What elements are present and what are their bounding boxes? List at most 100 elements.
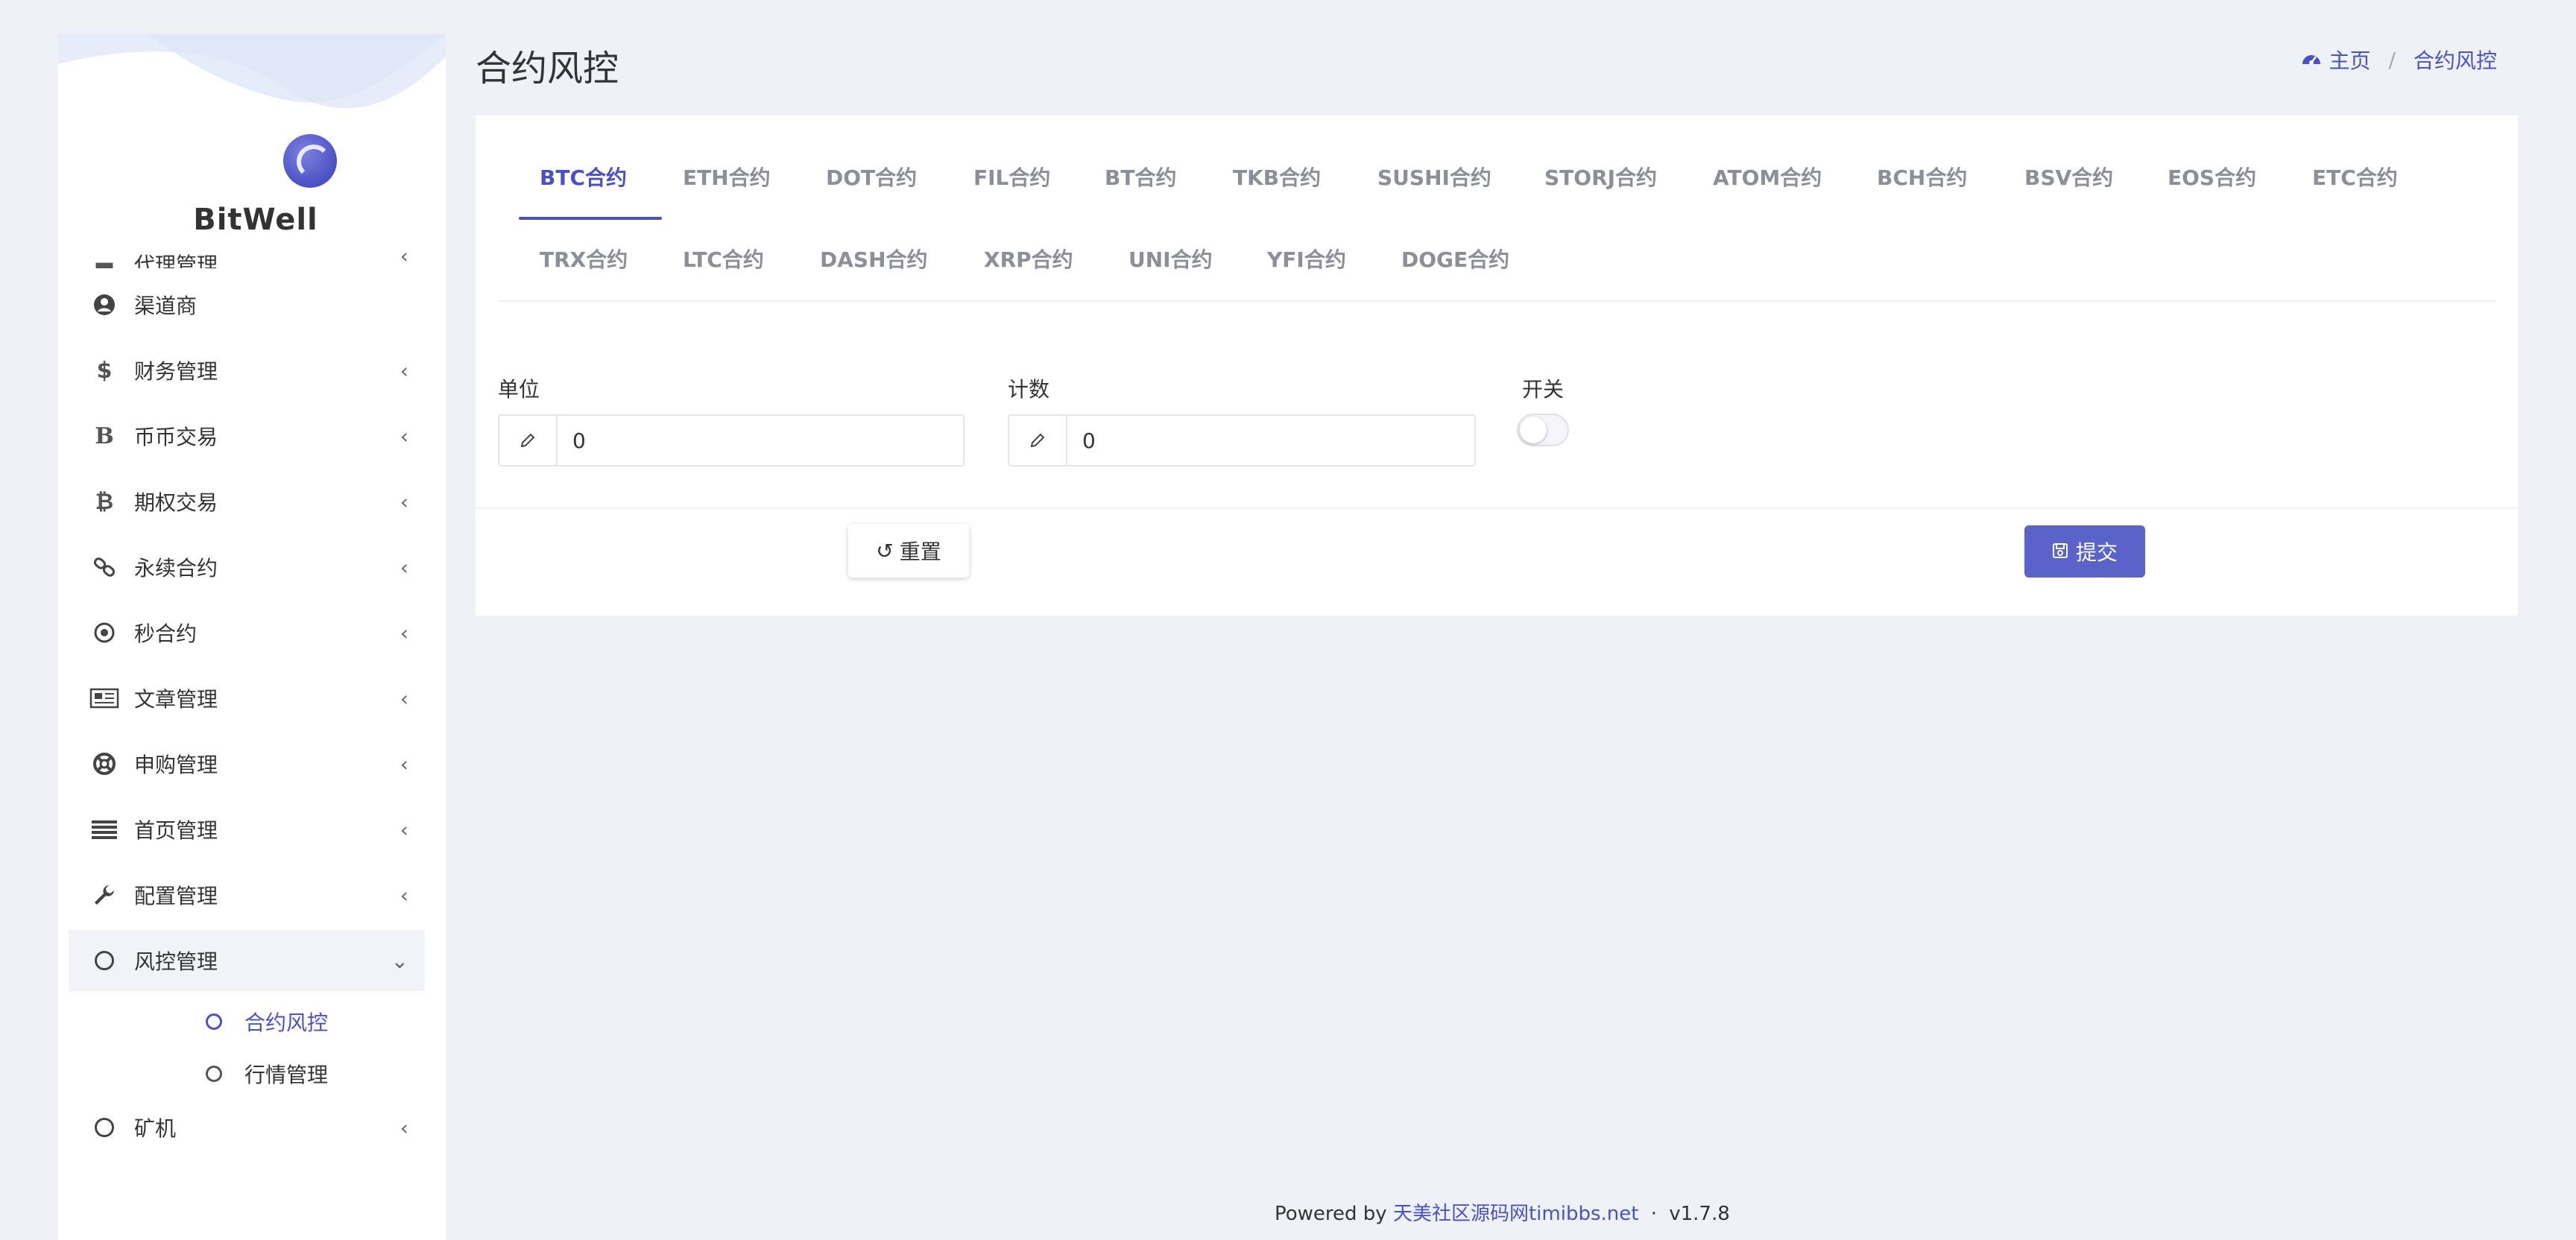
chevron-left-icon: ‹	[400, 751, 408, 776]
tab-dot[interactable]: DOT合约	[826, 162, 917, 192]
tab-bt[interactable]: BT合约	[1105, 162, 1176, 192]
chevron-left-icon: ‹	[400, 620, 408, 645]
save-icon	[2052, 540, 2068, 564]
tab-bsv[interactable]: BSV合约	[2024, 162, 2113, 192]
sidebar-item-label: 风控管理	[134, 949, 218, 974]
sidebar-item-risk-control[interactable]: 风控管理 ⌄	[69, 930, 425, 991]
switch-label: 开关	[1522, 377, 1565, 402]
sidebar: BitWell ▬ 代理管理 ‹ 渠道商 $ 财务管理 ‹ B 币币交易 ‹ ₿…	[58, 34, 446, 1240]
link-icon	[88, 555, 121, 579]
pencil-icon	[499, 416, 558, 465]
sidebar-subitem-label: 行情管理	[244, 1063, 329, 1087]
reset-button-label: 重置	[899, 540, 941, 564]
newspaper-icon	[88, 687, 121, 709]
tab-atom[interactable]: ATOM合约	[1713, 162, 1822, 192]
sidebar-item-label: 永续合约	[134, 556, 218, 581]
tab-eos[interactable]: EOS合约	[2168, 162, 2256, 192]
sidebar-item-articles[interactable]: 文章管理 ‹	[69, 668, 425, 729]
tabs-divider	[498, 300, 2496, 302]
chevron-left-icon: ‹	[400, 686, 408, 711]
tab-etc[interactable]: ETC合约	[2312, 162, 2398, 192]
sidebar-item-miner[interactable]: 矿机 ‹	[69, 1097, 425, 1158]
unit-label: 单位	[498, 377, 540, 402]
brand-name: BitWell	[193, 203, 318, 237]
tab-fil[interactable]: FIL合约	[973, 162, 1050, 192]
chevron-left-icon: ‹	[400, 882, 408, 908]
tab-bch[interactable]: BCH合约	[1877, 162, 1967, 192]
footer-version: v1.7.8	[1669, 1203, 1730, 1225]
sidebar-subitem-label: 合约风控	[244, 1010, 329, 1035]
active-tab-indicator	[519, 217, 662, 220]
breadcrumb-separator: /	[2388, 47, 2396, 72]
sidebar-item-agent[interactable]: ▬ 代理管理 ‹	[69, 238, 425, 268]
tab-yfi[interactable]: YFI合约	[1267, 244, 1346, 273]
chevron-left-icon: ‹	[400, 489, 408, 514]
sidebar-item-config[interactable]: 配置管理 ‹	[69, 864, 425, 926]
sidebar-item-label: 币币交易	[134, 425, 218, 449]
tab-uni[interactable]: UNI合约	[1128, 244, 1213, 273]
submit-button[interactable]: 提交	[2024, 525, 2145, 578]
circle-icon	[88, 951, 121, 970]
tab-btc[interactable]: BTC合约	[540, 162, 627, 192]
sidebar-item-label: 申购管理	[134, 753, 218, 777]
switch-knob	[1520, 417, 1547, 443]
sidebar-item-spot-trading[interactable]: B 币币交易 ‹	[69, 405, 425, 466]
tab-tkb[interactable]: TKB合约	[1233, 162, 1321, 192]
reset-button[interactable]: ↺ 重置	[848, 524, 969, 578]
count-label: 计数	[1008, 377, 1050, 402]
circle-icon	[206, 1066, 222, 1082]
sidebar-item-label: 财务管理	[134, 359, 218, 384]
count-input[interactable]: 0	[1067, 416, 1474, 465]
dashboard-icon	[2301, 48, 2322, 72]
sidebar-item-homepage[interactable]: 首页管理 ‹	[69, 799, 425, 860]
chevron-left-icon: ‹	[400, 1115, 408, 1140]
sidebar-item-channel[interactable]: 渠道商	[69, 274, 425, 335]
sidebar-header-decoration	[58, 34, 446, 109]
form-divider	[476, 507, 2518, 509]
b-icon: B	[95, 423, 114, 449]
sidebar-item-perpetual[interactable]: 永续合约 ‹	[69, 537, 425, 598]
footer-link[interactable]: 天美社区源码网timibbs.net	[1393, 1203, 1638, 1225]
enable-switch[interactable]	[1517, 414, 1569, 446]
tab-doge[interactable]: DOGE合约	[1401, 244, 1509, 273]
sidebar-item-finance[interactable]: $ 财务管理 ‹	[69, 340, 425, 401]
unit-input[interactable]: 0	[558, 416, 963, 465]
breadcrumb-home-link[interactable]: 主页	[2329, 45, 2371, 75]
sidebar-subitem-market[interactable]: 行情管理	[69, 1048, 425, 1100]
breadcrumb-current: 合约风控	[2413, 48, 2497, 73]
unit-field[interactable]: 0	[498, 414, 965, 466]
undo-icon: ↺	[876, 538, 894, 563]
count-field[interactable]: 0	[1008, 414, 1476, 466]
brand-logo	[283, 134, 337, 188]
tab-dash[interactable]: DASH合约	[820, 244, 928, 273]
sidebar-item-label: 首页管理	[134, 818, 218, 843]
sidebar-item-subscription[interactable]: 申购管理 ‹	[69, 733, 425, 794]
tab-sushi[interactable]: SUSHI合约	[1377, 162, 1491, 192]
sidebar-item-label: 秒合约	[134, 621, 198, 646]
wrench-icon	[88, 883, 121, 907]
sidebar-item-options[interactable]: ₿ 期权交易 ‹	[69, 471, 425, 532]
sidebar-item-second-contract[interactable]: 秒合约 ‹	[69, 602, 425, 663]
chevron-left-icon: ‹	[400, 244, 408, 268]
chevron-left-icon: ‹	[400, 423, 408, 449]
tab-storj[interactable]: STORJ合约	[1544, 162, 1657, 192]
tab-trx[interactable]: TRX合约	[540, 244, 628, 273]
footer-powered-text: Powered by	[1275, 1203, 1387, 1225]
footer-separator: ·	[1650, 1203, 1657, 1225]
page-title: 合约风控	[476, 48, 619, 89]
submit-button-label: 提交	[2075, 540, 2118, 565]
chevron-left-icon: ‹	[400, 817, 408, 842]
tab-ltc[interactable]: LTC合约	[683, 244, 764, 273]
footer: Powered by 天美社区源码网timibbs.net · v1.7.8	[1275, 1198, 1730, 1226]
pencil-icon	[1009, 416, 1067, 465]
tab-xrp[interactable]: XRP合约	[984, 244, 1073, 273]
sidebar-subitem-contract-risk[interactable]: 合约风控	[69, 996, 425, 1048]
breadcrumb: 主页 / 合约风控	[2301, 45, 2497, 75]
list-icon	[88, 819, 121, 840]
tab-eth[interactable]: ETH合约	[683, 162, 771, 192]
circle-icon	[206, 1013, 222, 1030]
circle-icon	[88, 1118, 121, 1137]
agent-icon: ▬	[93, 253, 116, 268]
dollar-icon: $	[96, 357, 113, 384]
bitcoin-icon: ₿	[95, 488, 114, 515]
